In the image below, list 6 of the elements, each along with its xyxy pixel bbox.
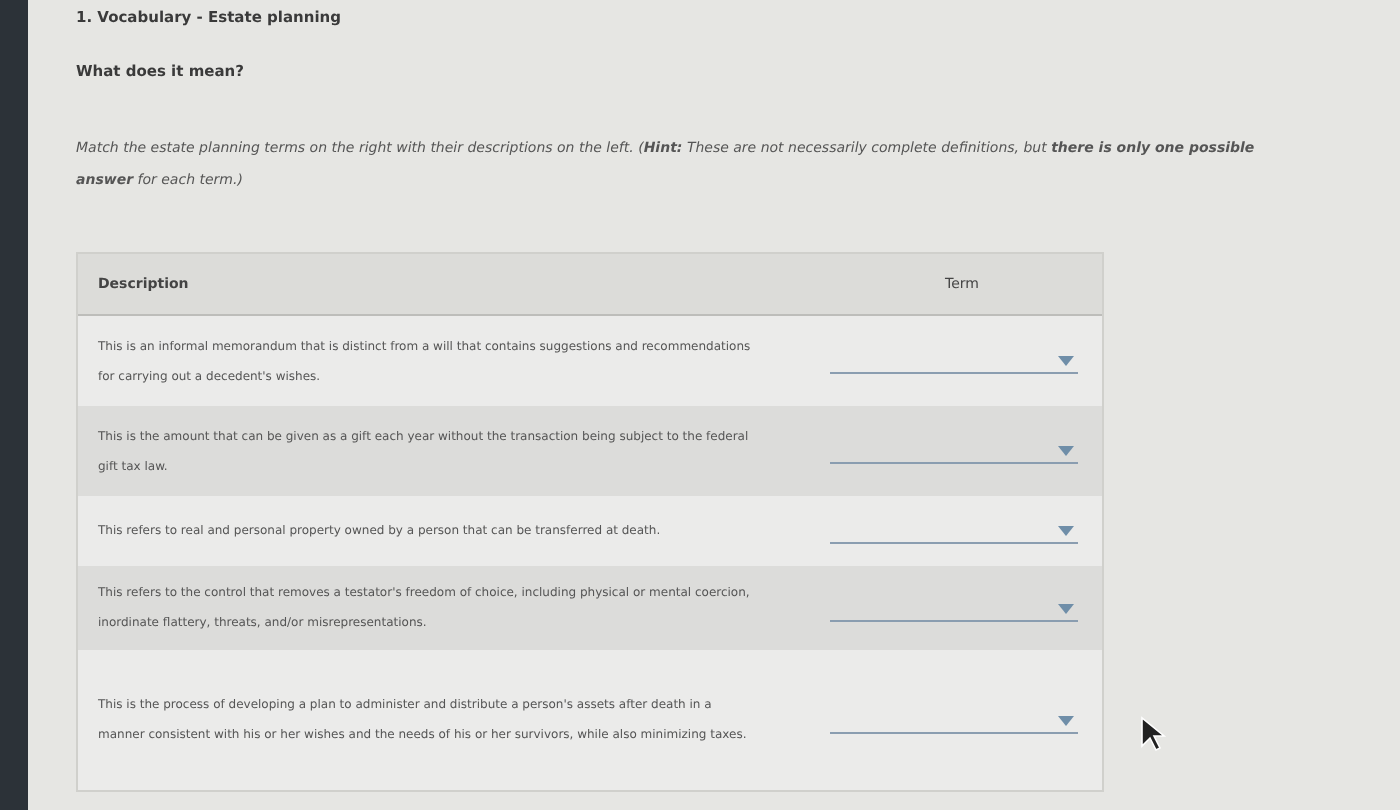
caret-icon [1058, 715, 1074, 725]
mouse-cursor-icon [1140, 716, 1168, 752]
caret-icon [1058, 526, 1074, 536]
caret-icon [1058, 356, 1074, 366]
caret-icon [1058, 603, 1074, 613]
caret-icon [1058, 446, 1074, 456]
